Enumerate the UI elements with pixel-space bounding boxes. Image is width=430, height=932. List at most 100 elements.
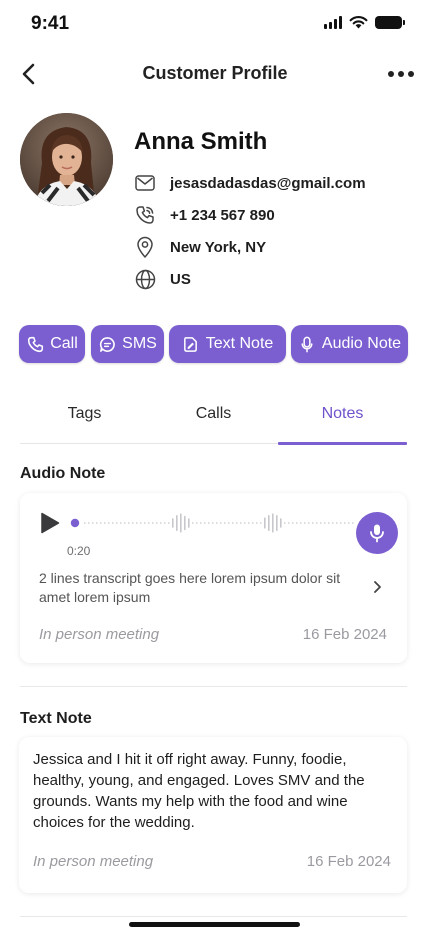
status-bar: 9:41 bbox=[0, 0, 430, 50]
waveform-bar bbox=[224, 522, 226, 524]
waveform-bar bbox=[108, 522, 110, 524]
waveform-bar bbox=[192, 522, 194, 524]
waveform-bar bbox=[100, 522, 102, 524]
waveform-bar bbox=[176, 515, 178, 531]
waveform-bar bbox=[336, 522, 338, 524]
chevron-right-icon[interactable] bbox=[370, 579, 384, 595]
waveform-bar bbox=[328, 522, 330, 524]
phone-call-icon bbox=[134, 204, 156, 226]
waveform-bar bbox=[304, 522, 306, 524]
text-note-date: 16 Feb 2024 bbox=[306, 853, 391, 870]
play-icon[interactable] bbox=[40, 512, 60, 534]
tab-calls[interactable]: Calls bbox=[149, 384, 278, 443]
waveform-bar bbox=[144, 522, 146, 524]
microphone-icon bbox=[370, 524, 384, 543]
waveform-bar bbox=[92, 522, 94, 524]
waveform-bar bbox=[140, 522, 142, 524]
tab-tags[interactable]: Tags bbox=[20, 384, 149, 443]
location-pin-icon bbox=[134, 236, 156, 258]
waveform-bar bbox=[248, 522, 250, 524]
country-row: US bbox=[134, 267, 191, 291]
waveform-bar bbox=[332, 522, 334, 524]
tab-notes[interactable]: Notes bbox=[278, 384, 407, 445]
phone-text: +1 234 567 890 bbox=[170, 206, 275, 224]
waveform-bar bbox=[104, 522, 106, 524]
battery-icon bbox=[375, 15, 405, 29]
waveform-bar bbox=[120, 522, 122, 524]
waveform-bar bbox=[344, 522, 346, 524]
text-note-card[interactable]: Jessica and I hit it off right away. Fun… bbox=[19, 737, 407, 893]
record-button[interactable] bbox=[356, 512, 398, 554]
waveform-bar bbox=[280, 518, 282, 528]
audio-note-context: In person meeting bbox=[39, 626, 160, 643]
text-note-button[interactable]: Text Note bbox=[169, 325, 286, 363]
waveform-bar bbox=[324, 522, 326, 524]
mic-icon bbox=[298, 335, 316, 353]
page-title: Customer Profile bbox=[142, 63, 288, 83]
waveform-bar bbox=[116, 522, 118, 524]
waveform-bar bbox=[256, 522, 258, 524]
mail-icon bbox=[134, 172, 156, 194]
phone-row[interactable]: +1 234 567 890 bbox=[134, 203, 275, 227]
waveform-bar bbox=[200, 522, 202, 524]
email-text: jesasdadasdas@gmail.com bbox=[170, 174, 366, 192]
waveform-bar bbox=[148, 522, 150, 524]
audio-elapsed-time: 0:20 bbox=[67, 544, 91, 558]
text-note-button-label: Text Note bbox=[205, 335, 274, 352]
section-divider bbox=[20, 686, 407, 687]
waveform-bar bbox=[300, 522, 302, 524]
waveform-bar bbox=[204, 522, 206, 524]
location-text: New York, NY bbox=[170, 238, 267, 256]
waveform-bar bbox=[264, 517, 266, 529]
waveform-bar bbox=[260, 522, 262, 524]
waveform-bar bbox=[180, 513, 182, 533]
waveform-bar bbox=[308, 522, 310, 524]
wifi-icon bbox=[349, 16, 368, 29]
status-time: 9:41 bbox=[31, 13, 70, 34]
location-row: New York, NY bbox=[134, 235, 266, 259]
audio-note-button[interactable]: Audio Note bbox=[291, 325, 408, 363]
waveform-bar bbox=[172, 518, 174, 528]
text-note-context: In person meeting bbox=[33, 853, 154, 870]
waveform-bar bbox=[228, 522, 230, 524]
waveform-bar bbox=[156, 522, 158, 524]
waveform-bar bbox=[160, 522, 162, 524]
home-indicator bbox=[129, 922, 300, 927]
waveform-bar bbox=[232, 522, 234, 524]
waveform-bar bbox=[292, 522, 294, 524]
sms-button[interactable]: SMS bbox=[91, 325, 164, 363]
waveform-bar bbox=[132, 522, 134, 524]
call-button[interactable]: Call bbox=[19, 325, 85, 363]
waveform-bar bbox=[124, 522, 126, 524]
waveform-bar bbox=[284, 522, 286, 524]
waveform-bar bbox=[212, 522, 214, 524]
cellular-signal-icon bbox=[324, 15, 342, 29]
avatar bbox=[20, 113, 113, 206]
waveform-bar bbox=[196, 522, 198, 524]
call-button-label: Call bbox=[50, 335, 78, 352]
waveform-bar bbox=[276, 515, 278, 531]
text-note-body: Jessica and I hit it off right away. Fun… bbox=[33, 751, 365, 831]
waveform-bar bbox=[164, 522, 166, 524]
waveform-bar bbox=[244, 522, 246, 524]
status-icons bbox=[324, 15, 405, 29]
audio-note-card[interactable]: 0:20 2 lines transcript goes here lorem … bbox=[20, 493, 407, 663]
audio-transcript: 2 lines transcript goes here lorem ipsum… bbox=[39, 570, 341, 605]
customer-name: Anna Smith bbox=[134, 128, 268, 155]
waveform-bar bbox=[136, 522, 138, 524]
waveform-bar bbox=[316, 522, 318, 524]
waveform-bar bbox=[128, 522, 130, 524]
waveform-bar bbox=[348, 522, 350, 524]
waveform-bar bbox=[352, 522, 354, 524]
waveform-bar bbox=[296, 522, 298, 524]
playhead-knob[interactable] bbox=[70, 518, 80, 528]
text-note-heading: Text Note bbox=[20, 710, 92, 727]
waveform-bar bbox=[272, 513, 274, 533]
waveform-bar bbox=[220, 522, 222, 524]
more-options-icon[interactable] bbox=[384, 62, 418, 86]
waveform-bar bbox=[168, 522, 170, 524]
waveform-bar bbox=[216, 522, 218, 524]
audio-waveform[interactable] bbox=[70, 509, 360, 537]
waveform-bar bbox=[88, 522, 90, 524]
email-row[interactable]: jesasdadasdas@gmail.com bbox=[134, 171, 366, 195]
